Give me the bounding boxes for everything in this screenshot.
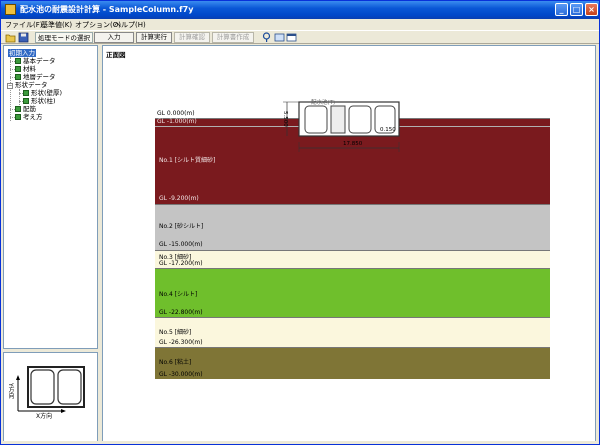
- layer-2-name: No.2 [砂シルト]: [159, 223, 204, 230]
- plan-preview-panel: Y方向 X方向: [3, 352, 98, 442]
- tree-item-approach[interactable]: 考え方: [15, 113, 43, 121]
- mode-select-label: 処理モードの選択: [35, 32, 93, 43]
- minimize-button[interactable]: _: [555, 3, 568, 16]
- structure-label: 配水池(T): [311, 100, 336, 106]
- layer-1-name: No.1 [シルト質細砂]: [159, 157, 216, 164]
- gl-zero-label: GL 0.000(m): [157, 110, 195, 117]
- green-node-icon: [23, 98, 29, 104]
- layer-2-gl: GL -15.000(m): [159, 241, 203, 248]
- input-tree-panel: 初期入力 基本データ 材料 地層データ − 形状データ 形状(壁厚) 形状(柱)…: [3, 45, 98, 349]
- tree-root-label: 初期入力: [8, 49, 36, 57]
- layer-3-gl: GL -17.200(m): [159, 260, 203, 267]
- close-button[interactable]: ×: [585, 3, 598, 16]
- reservoir-structure: [283, 101, 400, 152]
- front-view-panel: 正面図 GL 0.000(m) No.1 [シルト質細砂] GL -9.200(…: [102, 45, 596, 442]
- layer-4-gl: GL -22.800(m): [159, 309, 203, 316]
- maximize-button[interactable]: □: [570, 3, 583, 16]
- soil-layer-4: No.4 [シルト] GL -22.800(m): [155, 268, 550, 317]
- structure-width-dim: 17.850: [343, 141, 363, 147]
- tree-item-material[interactable]: 材料: [15, 65, 36, 73]
- title-bar: 配水池の耐震設計計算 - SampleColumn.f7y _ □ ×: [1, 1, 599, 19]
- menu-bar: ファイル(F) 基準値(K) オプション(O) ヘルプ(H): [1, 19, 599, 30]
- green-node-icon: [15, 106, 21, 112]
- green-node-icon: [23, 90, 29, 96]
- x-direction-label: X方向: [36, 413, 53, 420]
- tree-item-shape-wall[interactable]: 形状(壁厚): [23, 89, 62, 97]
- y-direction-label: Y方向: [7, 383, 14, 399]
- status-bar: [1, 441, 599, 444]
- plan-view-diagram: [16, 366, 85, 413]
- green-node-icon: [15, 74, 21, 80]
- layer-6-name: No.6 [粘土]: [159, 359, 192, 366]
- app-icon: [5, 4, 16, 15]
- gl-minus-one-label: GL -1.000(m): [157, 118, 197, 125]
- folder-open-icon[interactable]: [5, 32, 16, 43]
- window-title: 配水池の耐震設計計算 - SampleColumn.f7y: [20, 5, 194, 14]
- menu-standard[interactable]: 基準値(K): [41, 20, 72, 30]
- green-node-icon: [15, 58, 21, 64]
- screen-icon[interactable]: [274, 32, 285, 43]
- calc-check-button[interactable]: 計算確認: [174, 32, 210, 43]
- view-title: 正面図: [106, 51, 126, 59]
- soil-layer-2: No.2 [砂シルト] GL -15.000(m): [155, 204, 550, 250]
- layer-1-gl: GL -9.200(m): [159, 195, 199, 202]
- calc-execute-button[interactable]: 計算実行: [136, 32, 172, 43]
- soil-layer-5: No.5 [細砂] GL -26.300(m): [155, 317, 550, 347]
- layer-5-name: No.5 [細砂]: [159, 329, 192, 336]
- floppy-save-icon[interactable]: [18, 32, 29, 43]
- tree-item-basic-data[interactable]: 基本データ: [15, 57, 56, 65]
- tree-root-initial-input[interactable]: 初期入力: [8, 49, 36, 57]
- tree-item-shape-column[interactable]: 形状(柱): [23, 97, 56, 105]
- menu-file[interactable]: ファイル(F): [5, 20, 43, 30]
- menu-help[interactable]: ヘルプ(H): [114, 20, 146, 30]
- structure-thickness-dim: 0.150: [380, 127, 396, 133]
- input-button[interactable]: 入力: [94, 32, 134, 43]
- tree-item-rebar[interactable]: 配筋: [15, 105, 36, 113]
- report-create-button[interactable]: 計算書作成: [212, 32, 254, 43]
- tree-item-strata-data[interactable]: 地層データ: [15, 73, 56, 81]
- green-node-icon: [15, 66, 21, 72]
- help-icon[interactable]: [261, 32, 272, 43]
- soil-layer-3: No.3 [細砂] GL -17.200(m): [155, 250, 550, 268]
- tree-collapse-toggle[interactable]: −: [7, 83, 13, 89]
- layer-5-gl: GL -26.300(m): [159, 339, 203, 346]
- app-window: 配水池の耐震設計計算 - SampleColumn.f7y _ □ × ファイル…: [0, 0, 600, 445]
- layer-4-name: No.4 [シルト]: [159, 291, 198, 298]
- layer-6-gl: GL -30.000(m): [159, 371, 203, 378]
- structure-height-dim: 5.500: [282, 111, 288, 127]
- tree-item-shape-data[interactable]: 形状データ: [15, 81, 48, 89]
- window-icon[interactable]: [286, 32, 297, 43]
- green-node-icon: [15, 114, 21, 120]
- toolbar: 処理モードの選択 入力 計算実行 計算確認 計算書作成: [1, 30, 599, 44]
- soil-layer-6: No.6 [粘土] GL -30.000(m): [155, 347, 550, 379]
